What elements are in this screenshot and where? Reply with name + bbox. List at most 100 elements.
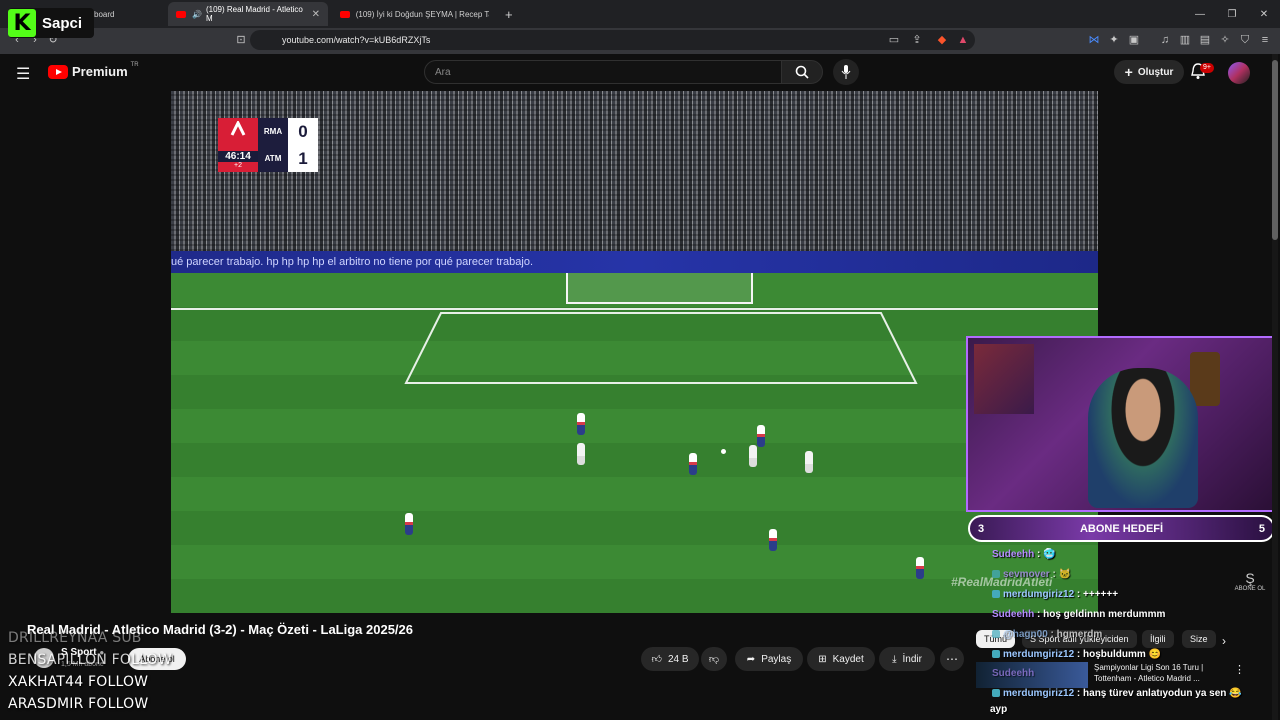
like-button[interactable]: 👍︎ 24 B — [641, 647, 699, 671]
wallet2-icon[interactable]: ▤ — [1198, 33, 1212, 47]
chat-text: : hanş türev anlatıyodun ya sen 😂 — [1076, 688, 1242, 699]
rewards-icon[interactable]: ▲ — [956, 33, 970, 47]
notification-badge: 9+ — [1200, 63, 1214, 73]
url-bar[interactable]: youtube.com/watch?v=kUB6dRZXjTs — [250, 30, 975, 50]
tab-real-madrid[interactable]: 🔊 (109) Real Madrid - Atletico M ✕ — [168, 2, 328, 26]
more-actions-button[interactable]: ⋯ — [940, 647, 964, 671]
player — [757, 425, 765, 447]
tab-iyi-ki-dogdun[interactable]: (109) İyi ki Doğdun ŞEYMA | Recep Ta — [332, 2, 497, 26]
save-icon: ⊞ — [818, 653, 827, 665]
close-tab-icon[interactable]: ✕ — [312, 9, 320, 20]
sidebar-icon[interactable]: ▥ — [1178, 33, 1192, 47]
video-player[interactable]: ué parecer trabajo. hp hp hp hp el arbit… — [171, 91, 1098, 613]
abone-ol-watermark: Ş ABONE OL — [1234, 570, 1266, 602]
follower-alert: BENSAPILLON FOLLOW — [8, 652, 172, 668]
chat-user: Sudeehh — [992, 549, 1035, 560]
menu-icon[interactable]: ≡ — [1258, 33, 1272, 47]
vpn-icon[interactable]: ⛉ — [1238, 33, 1252, 47]
chat-message: Sudeehh : 🥶 — [992, 549, 1056, 560]
bookmark-icon[interactable]: ⊡ — [234, 33, 248, 47]
chat-user: Sudeehh — [992, 609, 1035, 620]
laliga-logo: 46:14 +2 — [218, 118, 258, 172]
screen-icon[interactable]: ▭ — [887, 33, 901, 47]
share-button[interactable]: ➦ Paylaş — [735, 647, 803, 671]
youtube-premium-logo[interactable]: Premium TR — [48, 62, 139, 79]
youtube-icon — [176, 10, 186, 18]
chat-user: sevmover — [1003, 569, 1050, 580]
chat-message: ayp — [990, 704, 1007, 715]
create-button[interactable]: + Oluştur — [1114, 60, 1184, 84]
more-vert-icon[interactable]: ⋮ — [1234, 663, 1245, 676]
goal-current: 3 — [978, 522, 985, 535]
chat-message: @hagn00 : hgmerdm — [992, 629, 1102, 640]
chat-user: merdumgiriz12 — [1003, 688, 1075, 699]
extensions-icon[interactable]: ✦ — [1107, 33, 1121, 47]
streamer-logo: K Sapci — [8, 8, 94, 38]
streamer-facecam — [966, 336, 1276, 512]
led-board: ué parecer trabajo. hp hp hp hp el arbit… — [171, 251, 1098, 273]
translate-icon[interactable]: ⋈ — [1087, 33, 1101, 47]
search-input[interactable]: Ara — [424, 60, 782, 84]
download-button[interactable]: ⤓ İndir — [879, 647, 935, 671]
download-label: İndir — [902, 653, 922, 665]
avatar[interactable] — [1228, 62, 1250, 84]
streamer-name: Sapci — [42, 14, 83, 32]
wallet-icon[interactable]: ▣ — [1127, 33, 1141, 47]
plus-icon: + — [1124, 64, 1133, 80]
new-tab-button[interactable]: + — [497, 2, 517, 26]
brave-shield-icon[interactable]: ◆ — [935, 33, 949, 47]
scoreboard: 46:14 +2 RMA ATM 0 1 — [218, 118, 318, 172]
subscriber-goal-bar: 3 ABONE HEDEFİ 5 — [968, 515, 1275, 542]
chat-message: merdumgiriz12 : hoşbuldumm 😊 — [992, 649, 1161, 660]
player — [916, 557, 924, 579]
leo-icon[interactable]: ✧ — [1218, 33, 1232, 47]
save-button[interactable]: ⊞ Kaydet — [807, 647, 875, 671]
like-count: 24 B — [667, 653, 689, 665]
chat-badge-icon — [992, 650, 1000, 659]
ball — [721, 449, 726, 454]
chat-text: : hgmerdm — [1050, 629, 1103, 640]
voice-search-button[interactable] — [833, 59, 859, 85]
minimize-icon[interactable]: — — [1184, 9, 1216, 20]
away-team: ATM — [264, 154, 282, 163]
search-placeholder: Ara — [435, 66, 451, 78]
hamburger-menu-icon[interactable]: ☰ — [16, 64, 30, 84]
chat-text: : hoş geldinnn merdummm — [1037, 609, 1166, 620]
chat-message: Sudeehh — [992, 668, 1034, 679]
music-icon[interactable]: ♫ — [1158, 33, 1172, 47]
close-window-icon[interactable]: ✕ — [1248, 9, 1280, 20]
save-label: Kaydet — [832, 653, 864, 665]
player — [749, 445, 757, 467]
follower-alert: DRILLREYNAA SUB — [8, 630, 142, 646]
dislike-button[interactable]: 👎︎ — [701, 647, 727, 671]
search-button[interactable] — [781, 60, 823, 84]
tab-label: (109) İyi ki Doğdun ŞEYMA | Recep Ta — [355, 9, 489, 19]
next-video-title[interactable]: Şampiyonlar Ligi Son 16 Turu | Tottenham… — [1094, 662, 1224, 684]
player — [577, 413, 585, 435]
chevron-right-icon[interactable]: › — [1222, 634, 1226, 648]
chip-related[interactable]: İlgili — [1142, 630, 1174, 648]
chat-text: : 🥶 — [1037, 549, 1056, 560]
chat-text: : 🐱 — [1052, 569, 1072, 580]
chat-badge-icon — [992, 590, 1000, 599]
home-score: 0 — [298, 121, 308, 141]
chip-for-you[interactable]: Size — [1182, 630, 1216, 648]
kick-icon: K — [8, 9, 36, 37]
chat-user: merdumgiriz12 — [1003, 589, 1075, 600]
share-page-icon[interactable]: ⇪ — [910, 33, 924, 47]
chat-message: sevmover : 🐱 — [992, 569, 1071, 580]
chat-text: : ++++++ — [1076, 589, 1119, 600]
player — [577, 443, 585, 465]
follower-alert: XAKHAT44 FOLLOW — [8, 674, 149, 690]
maximize-icon[interactable]: ❐ — [1216, 9, 1248, 20]
away-score: 1 — [298, 148, 308, 168]
player — [805, 451, 813, 473]
youtube-icon — [340, 10, 350, 18]
scrollbar-thumb[interactable] — [1272, 60, 1278, 240]
goal-target: 5 — [1258, 522, 1265, 535]
chat-message: merdumgiriz12 : ++++++ — [992, 589, 1118, 600]
goal-label: ABONE HEDEFİ — [1079, 522, 1164, 535]
chat-user: merdumgiriz12 — [1003, 649, 1075, 660]
download-icon: ⤓ — [892, 653, 897, 665]
speaker-icon: 🔊 — [191, 9, 202, 19]
